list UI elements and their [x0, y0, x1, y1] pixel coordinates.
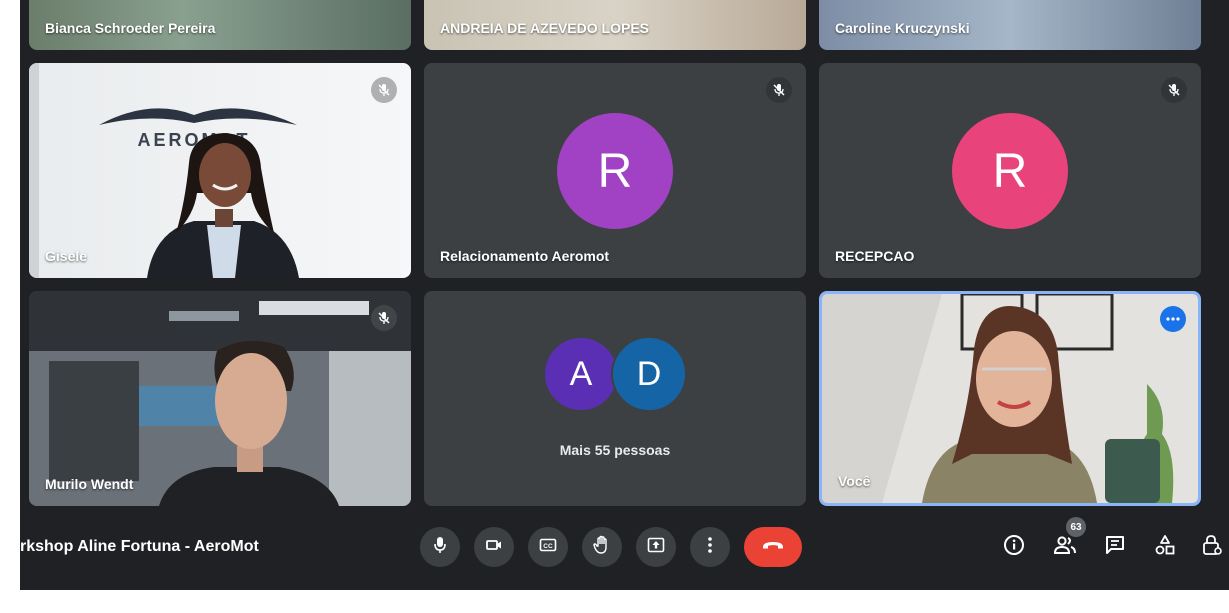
participant-tile[interactable]: Caroline Kruczynski — [819, 0, 1201, 50]
activities-button[interactable] — [1151, 533, 1179, 561]
camera-icon — [485, 538, 503, 557]
participant-tile-relacionamento[interactable]: R Relacionamento Aeromot — [424, 63, 806, 278]
chat-button[interactable] — [1101, 533, 1129, 561]
raise-hand-icon — [593, 535, 611, 560]
meeting-stage: Bianca Schroeder Pereira ANDREIA DE AZEV… — [20, 0, 1229, 590]
host-controls-button[interactable] — [1198, 533, 1226, 561]
people-count-badge: 63 — [1066, 517, 1086, 537]
people-icon — [1053, 535, 1077, 560]
raise-hand-button[interactable] — [582, 527, 622, 567]
microphone-icon — [433, 536, 447, 559]
participant-name: RECEPCAO — [835, 248, 915, 264]
participant-avatar: D — [611, 336, 687, 412]
microphone-button[interactable] — [420, 527, 460, 567]
self-video — [822, 294, 1198, 503]
captions-button[interactable]: CC — [528, 527, 568, 567]
mic-muted-icon — [371, 77, 397, 103]
participant-tile-gisele[interactable]: AEROMOT Gisele — [29, 63, 411, 278]
more-options-button[interactable] — [690, 527, 730, 567]
participant-tile-recepcao[interactable]: R RECEPCAO — [819, 63, 1201, 278]
participant-tile-murilo[interactable]: Murilo Wendt — [29, 291, 411, 506]
participant-avatar: R — [952, 113, 1068, 229]
camera-button[interactable] — [474, 527, 514, 567]
meeting-title: rkshop Aline Fortuna - AeroMot — [20, 538, 259, 555]
more-participants-label: Mais 55 pessoas — [559, 442, 671, 458]
captions-icon: CC — [539, 538, 557, 557]
present-icon — [647, 537, 665, 558]
end-call-button[interactable] — [744, 527, 802, 567]
chat-icon — [1105, 535, 1125, 560]
self-tile[interactable]: Você — [819, 291, 1201, 506]
participant-name: Você — [838, 473, 871, 489]
people-button[interactable] — [1051, 533, 1079, 561]
info-icon — [1003, 534, 1025, 561]
activities-icon — [1154, 534, 1176, 561]
participant-name: Relacionamento Aeromot — [440, 248, 610, 264]
participant-video: AEROMOT — [29, 63, 411, 278]
tile-options-button[interactable] — [1160, 306, 1186, 332]
participant-avatar: R — [557, 113, 673, 229]
participant-tile[interactable]: Bianca Schroeder Pereira — [29, 0, 411, 50]
participant-avatar: A — [543, 336, 619, 412]
participant-name: ANDREIA DE AZEVEDO LOPES — [440, 20, 649, 36]
present-button[interactable] — [636, 527, 676, 567]
participant-video — [29, 291, 411, 506]
lock-person-icon — [1201, 534, 1223, 561]
more-participants-tile[interactable]: A D Mais 55 pessoas — [424, 291, 806, 506]
end-call-icon — [761, 538, 785, 556]
mic-muted-icon — [371, 305, 397, 331]
svg-text:CC: CC — [543, 543, 553, 550]
participant-name: Gisele — [45, 248, 88, 264]
participant-name: Bianca Schroeder Pereira — [45, 20, 216, 36]
more-options-icon — [708, 536, 712, 558]
mic-muted-icon — [766, 77, 792, 103]
mic-muted-icon — [1161, 77, 1187, 103]
meeting-info-button[interactable] — [1000, 533, 1028, 561]
participant-tile[interactable]: ANDREIA DE AZEVEDO LOPES — [424, 0, 806, 50]
participant-name: Murilo Wendt — [45, 476, 134, 492]
participant-name: Caroline Kruczynski — [835, 20, 970, 36]
